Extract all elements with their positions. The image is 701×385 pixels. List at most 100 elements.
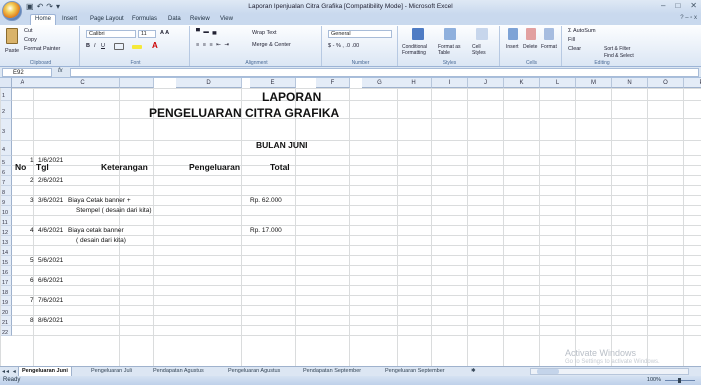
row-header-6[interactable]: 6 [0,166,12,176]
italic-icon[interactable]: I [94,43,96,49]
fill-button[interactable]: Fill [568,37,575,43]
column-header-j[interactable]: J [468,78,504,88]
column-header-i[interactable]: I [432,78,468,88]
row-header-16[interactable]: 16 [0,266,12,276]
column-header-e[interactable]: E [250,78,296,88]
clear-button[interactable]: Clear [568,46,581,52]
column-header-o[interactable]: O [648,78,684,88]
minimize-button[interactable]: – [661,1,665,10]
row-header-2[interactable]: 2 [0,101,12,119]
delete-cells-icon[interactable] [526,28,536,40]
row-header-8[interactable]: 8 [0,186,12,196]
row-header-19[interactable]: 19 [0,296,12,306]
find-select-button[interactable]: Find & Select [604,53,634,59]
row-header-21[interactable]: 21 [0,316,12,326]
row-header-5[interactable]: 5 [0,156,12,166]
column-header-f[interactable]: F [316,78,350,88]
row-header-18[interactable]: 18 [0,286,12,296]
row-header-17[interactable]: 17 [0,276,12,286]
format-painter-button[interactable]: Format Painter [24,46,60,52]
conditional-formatting-icon[interactable] [412,28,424,40]
maximize-button[interactable]: □ [675,1,680,10]
horizontal-align-icons[interactable]: ≡ ≡ ≡ ⇤ ⇥ [196,42,230,48]
vertical-align-icons[interactable]: ▀ ▬ ▄ [196,29,217,35]
column-header-d[interactable]: D [176,78,242,88]
tab-home[interactable]: Home [30,14,57,25]
row-header-4[interactable]: 4 [0,141,12,156]
tab-formulas[interactable]: Formulas [128,15,161,23]
sheet-tab[interactable]: Pengeluaran Agustus [225,367,283,376]
row-header-15[interactable]: 15 [0,256,12,266]
format-cells-icon[interactable] [544,28,554,40]
help-controls[interactable]: ? – ▫ x [680,15,697,21]
merge-center-button[interactable]: Merge & Center [252,42,291,48]
tab-page-layout[interactable]: Page Layout [86,15,128,23]
border-icon[interactable] [114,43,124,50]
insert-button[interactable]: Insert [506,44,519,50]
sheet-tab[interactable]: Pendapatan Agustus [150,367,207,376]
font-size-select[interactable]: 11 [138,30,156,38]
row-header-22[interactable]: 22 [0,326,12,336]
conditional-formatting-button[interactable]: Conditional Formatting [402,44,438,56]
formula-input[interactable] [70,68,699,77]
font-color-icon[interactable]: A [152,41,158,50]
tab-insert[interactable]: Insert [58,15,81,23]
select-all-corner[interactable] [0,78,12,88]
column-header-l[interactable]: L [540,78,576,88]
cut-button[interactable]: Cut [24,28,33,34]
row-header-13[interactable]: 13 [0,236,12,246]
underline-icon[interactable]: U [101,43,105,49]
paste-button[interactable]: Paste [5,48,19,54]
column-header-n[interactable]: N [612,78,648,88]
sort-filter-button[interactable]: Sort & Filter [604,46,630,52]
paste-icon[interactable] [6,28,18,44]
sheet-tab[interactable]: Pengeluaran September [382,367,448,376]
close-button[interactable]: ✕ [690,1,697,10]
sheet-tab[interactable]: Pengeluaran Juli [88,367,135,376]
sheet-tab[interactable]: Pengeluaran Juni [18,367,72,376]
row-header-9[interactable]: 9 [0,196,12,206]
zoom-level[interactable]: 100% [647,377,661,383]
scroll-thumb[interactable] [537,369,559,374]
bold-icon[interactable]: B [86,43,90,49]
autosum-button[interactable]: Σ AutoSum [568,28,596,34]
fx-icon[interactable]: fx [58,68,63,74]
delete-button[interactable]: Delete [523,44,537,50]
column-header-g[interactable]: G [362,78,398,88]
row-header-7[interactable]: 7 [0,176,12,186]
column-header-p[interactable]: P [684,78,701,88]
insert-cells-icon[interactable] [508,28,518,40]
sheet-tab[interactable]: Pendapatan September [300,367,364,376]
tab-view[interactable]: View [216,15,237,23]
row-header-12[interactable]: 12 [0,226,12,236]
fill-color-icon[interactable] [132,45,142,49]
column-header-c[interactable]: C [46,78,120,88]
horizontal-scrollbar[interactable] [530,368,689,375]
cell-styles-icon[interactable] [476,28,488,40]
wrap-text-button[interactable]: Wrap Text [252,30,277,36]
name-box[interactable]: E92 [2,68,52,77]
row-header-11[interactable]: 11 [0,216,12,226]
number-format-icons[interactable]: $ - % , .0 .00 [328,43,359,49]
row-header-20[interactable]: 20 [0,306,12,316]
grow-font-icon[interactable]: A A [160,30,169,36]
row-header-1[interactable]: 1 [0,88,12,101]
insert-sheet-icon[interactable]: ✱ [468,367,479,376]
font-name-select[interactable]: Calibri [86,30,136,38]
row-header-3[interactable]: 3 [0,119,12,141]
tab-data[interactable]: Data [164,15,185,23]
format-table-button[interactable]: Format as Table [438,44,466,56]
column-header-h[interactable]: H [396,78,432,88]
zoom-slider-knob[interactable] [678,378,681,383]
copy-button[interactable]: Copy [24,37,37,43]
format-table-icon[interactable] [444,28,456,40]
office-button[interactable] [2,1,22,21]
row-header-10[interactable]: 10 [0,206,12,216]
cell-styles-button[interactable]: Cell Styles [472,44,494,56]
tab-review[interactable]: Review [186,15,214,23]
column-header-k[interactable]: K [504,78,540,88]
row-header-14[interactable]: 14 [0,246,12,256]
column-header-m[interactable]: M [576,78,612,88]
number-format-select[interactable]: General [328,30,392,38]
format-button[interactable]: Format [541,44,557,50]
